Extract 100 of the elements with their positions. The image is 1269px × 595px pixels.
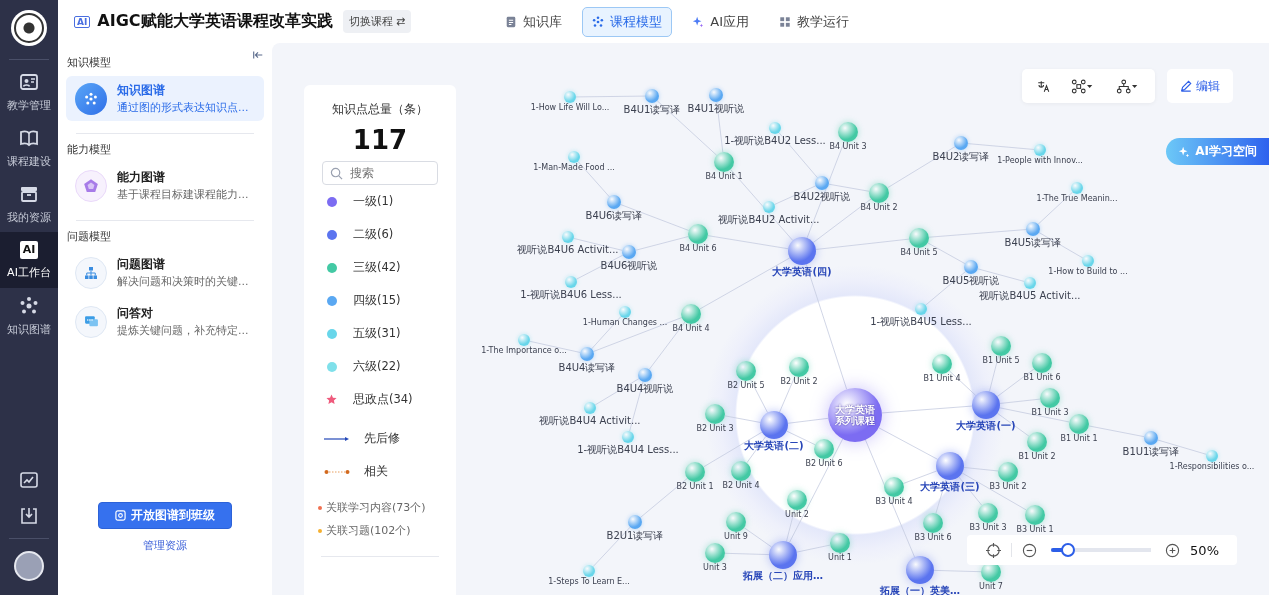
translate-icon[interactable] xyxy=(1036,78,1051,94)
graph-node[interactable] xyxy=(1206,450,1218,462)
crosshair-icon[interactable] xyxy=(986,542,1001,558)
graph-node[interactable] xyxy=(622,245,636,259)
graph-node[interactable] xyxy=(709,88,723,102)
graph-node[interactable] xyxy=(705,543,725,563)
rail-nav-item[interactable]: 知识图谱 xyxy=(0,288,58,344)
graph-node[interactable] xyxy=(705,404,725,424)
node-label: 1-People with Innov... xyxy=(997,157,1083,166)
zoom-out-icon[interactable] xyxy=(1022,542,1037,558)
graph-node[interactable] xyxy=(769,541,797,569)
switch-course-button[interactable]: 切换课程 ⇄ xyxy=(342,10,412,33)
graph-node[interactable] xyxy=(869,183,889,203)
node-label: B2 Unit 3 xyxy=(696,425,734,434)
graph-node[interactable] xyxy=(688,224,708,244)
manage-resources-link[interactable]: 管理资源 xyxy=(143,538,187,553)
graph-node[interactable] xyxy=(580,347,594,361)
graph-node[interactable] xyxy=(1040,388,1060,408)
graph-node[interactable] xyxy=(638,368,652,382)
graph-node[interactable] xyxy=(565,276,577,288)
download-icon[interactable] xyxy=(19,506,39,526)
graph-node[interactable] xyxy=(622,431,634,443)
node-label: 拓展（二）应用… xyxy=(743,570,823,581)
node-label: B3 Unit 2 xyxy=(989,483,1027,492)
node-label: B4 Unit 6 xyxy=(679,245,717,254)
nav-tab[interactable]: AI应用 xyxy=(682,6,759,37)
chart-icon[interactable] xyxy=(19,470,39,490)
rail-nav-item[interactable]: 课程建设 xyxy=(0,120,58,176)
section-heading: 能力模型 xyxy=(67,142,112,157)
node-label: 大学英语(四) xyxy=(772,266,832,277)
edit-button[interactable]: 编辑 xyxy=(1167,69,1233,103)
graph-node[interactable] xyxy=(628,515,642,529)
graph-node[interactable] xyxy=(769,122,781,134)
rail-nav-item[interactable]: AI AI工作台 xyxy=(0,232,58,288)
graph-node[interactable] xyxy=(685,462,705,482)
legend-label: 一级(1) xyxy=(353,194,394,209)
graph-node[interactable] xyxy=(1024,277,1036,289)
legend-label: 相关 xyxy=(364,464,388,479)
graph-node[interactable] xyxy=(1026,222,1040,236)
graph-node[interactable] xyxy=(964,260,978,274)
graph-node[interactable] xyxy=(607,195,621,209)
graph-node[interactable] xyxy=(1027,432,1047,452)
graph-node[interactable] xyxy=(619,306,631,318)
course-title: AIGC赋能大学英语课程改革实践 xyxy=(97,11,333,32)
model-list-item[interactable]: 问答对 提炼关键问题，补充特定… xyxy=(66,299,264,344)
nav-tab[interactable]: 课程模型 xyxy=(582,6,673,37)
graph-node[interactable] xyxy=(788,237,816,265)
graph-node[interactable] xyxy=(978,503,998,523)
graph-node[interactable] xyxy=(763,201,775,213)
graph-node[interactable] xyxy=(1144,431,1158,445)
item-title: 问题图谱 xyxy=(117,256,166,273)
zoom-in-icon[interactable] xyxy=(1165,542,1180,558)
node-label: B4 Unit 3 xyxy=(829,143,867,152)
graph-node[interactable] xyxy=(1069,414,1089,434)
user-avatar[interactable] xyxy=(14,551,44,581)
graph-node[interactable] xyxy=(714,152,734,172)
graph-node[interactable] xyxy=(1025,505,1045,525)
graph-node[interactable] xyxy=(726,512,746,532)
model-list-item[interactable]: 知识图谱 通过图的形式表达知识点… xyxy=(66,76,264,121)
open-graph-to-class-button[interactable]: 开放图谱到班级 xyxy=(98,502,232,529)
ai-logo-icon: AI xyxy=(74,15,91,28)
graph-node[interactable] xyxy=(998,462,1018,482)
graph-node[interactable] xyxy=(1034,144,1046,156)
graph-node[interactable] xyxy=(1032,353,1052,373)
nav-tab[interactable]: 教学运行 xyxy=(769,6,859,37)
graph-node[interactable] xyxy=(906,556,934,584)
graph-node[interactable] xyxy=(568,151,580,163)
nav-tab[interactable]: 知识库 xyxy=(495,6,573,37)
edge-line xyxy=(724,415,761,423)
graph-node[interactable] xyxy=(954,136,968,150)
node-label: B2 Unit 1 xyxy=(676,483,714,492)
node-label: 1-The Importance o... xyxy=(481,347,567,356)
zoom-slider-thumb[interactable] xyxy=(1061,543,1075,557)
graph-node[interactable] xyxy=(1071,182,1083,194)
search-field[interactable]: 搜索 xyxy=(322,161,438,185)
graph-node[interactable] xyxy=(584,402,596,414)
node-label: 大学英语(三) xyxy=(920,481,980,492)
graph-node[interactable] xyxy=(681,304,701,324)
graph-node[interactable] xyxy=(564,91,576,103)
node-label: B4U6视听说 xyxy=(600,260,658,271)
collapse-sidebar-icon[interactable] xyxy=(252,49,264,61)
book-icon xyxy=(19,127,39,148)
legend-label: 四级(15) xyxy=(353,293,401,308)
graph-node[interactable] xyxy=(838,122,858,142)
legend-label: 三级(42) xyxy=(353,260,401,275)
graph-node[interactable] xyxy=(645,89,659,103)
graph-node[interactable] xyxy=(562,231,574,243)
graph-node[interactable] xyxy=(583,565,595,577)
rail-nav-item[interactable]: 我的资源 xyxy=(0,176,58,232)
edge-line xyxy=(640,478,688,518)
graph-node[interactable] xyxy=(1082,255,1094,267)
graph-node[interactable] xyxy=(518,334,530,346)
node-label: B1 Unit 1 xyxy=(1060,435,1098,444)
graph-node[interactable] xyxy=(815,176,829,190)
rail-nav-item[interactable]: 教学管理 xyxy=(0,64,58,120)
model-list-item[interactable]: 能力图谱 基于课程目标建课程能力… xyxy=(66,163,264,208)
model-list-item[interactable]: 问题图谱 解决问题和决策时的关键… xyxy=(66,250,264,295)
graph-node[interactable] xyxy=(909,228,929,248)
graph-node[interactable] xyxy=(991,336,1011,356)
model-icon xyxy=(75,256,107,289)
